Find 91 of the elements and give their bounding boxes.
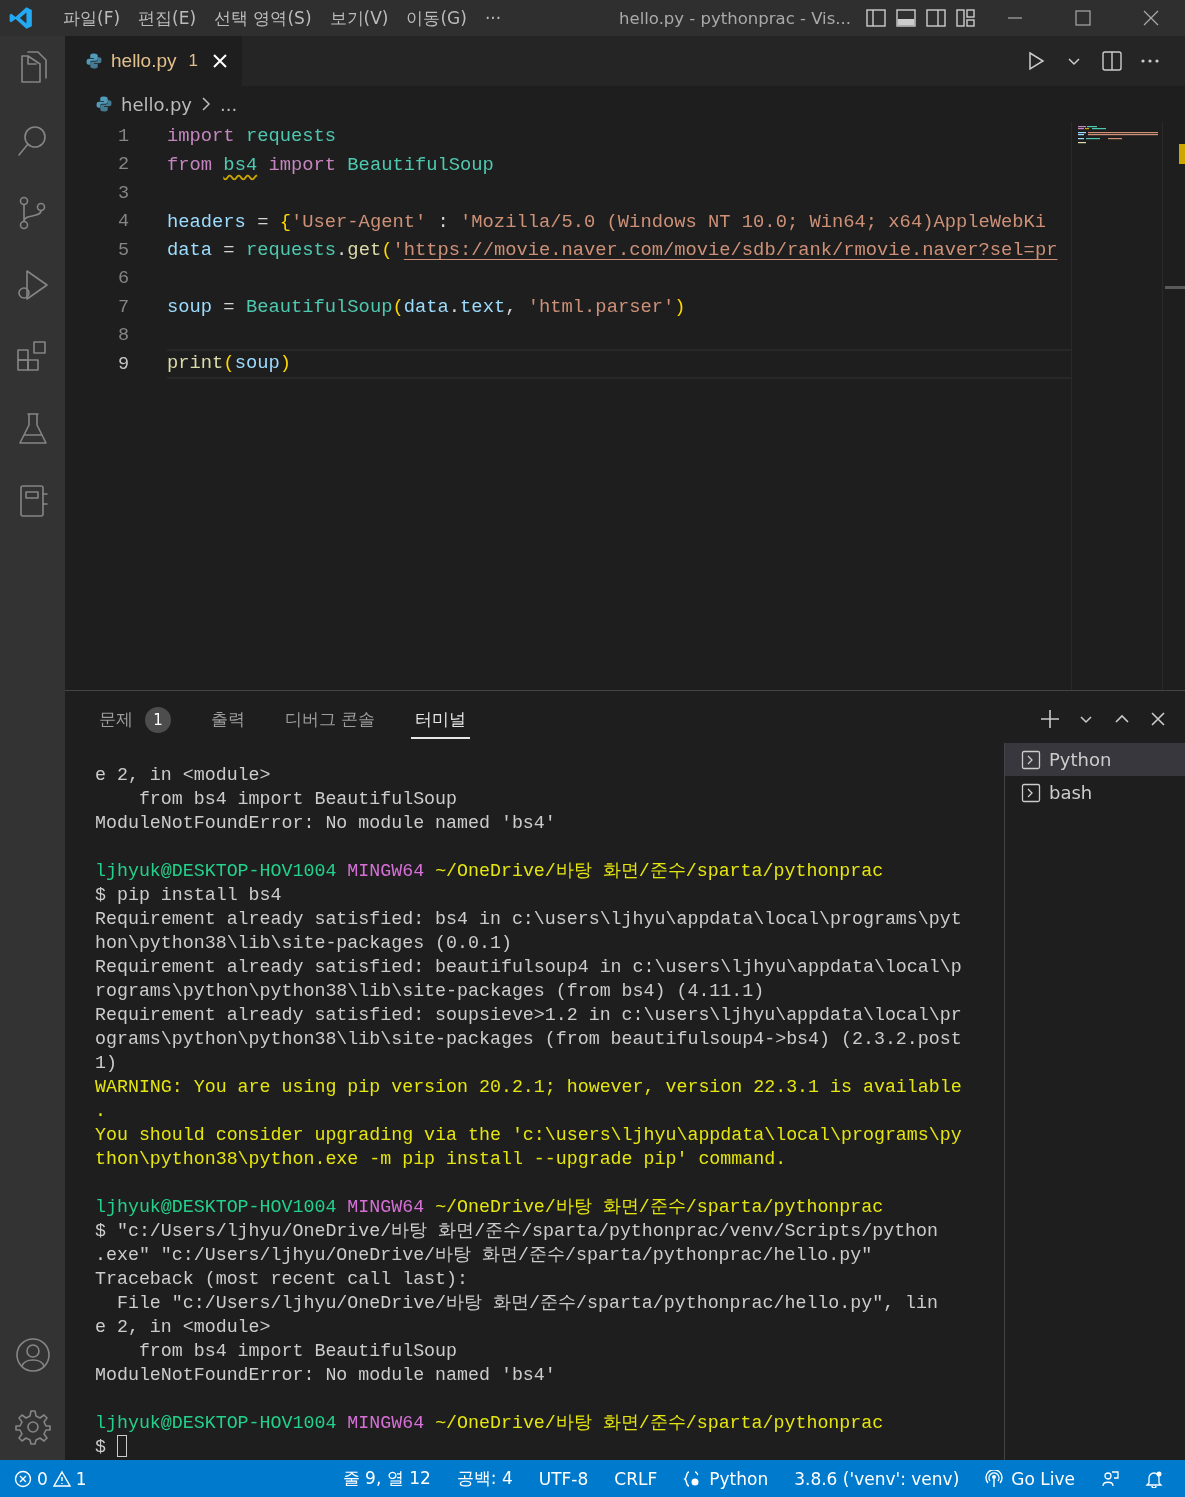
split-editor-icon[interactable] xyxy=(1101,50,1123,72)
line-number: 9 xyxy=(116,353,129,375)
terminal-line: ograms\python\python38\lib\site-packages (from beautifulsoup4->bs4) (2.3.2.post xyxy=(95,1028,962,1051)
cursor-marker xyxy=(1165,286,1185,289)
status-item[interactable]: Go Live xyxy=(985,1468,1075,1489)
terminal-prompt: ljhyuk@DESKTOP-HOV1004 MINGW64 ~/OneDrive/바탕 화면/준수/sparta/pythonprac xyxy=(95,1412,884,1435)
terminal-line: e 2, in <module> xyxy=(95,1316,271,1339)
terminal-line: Requirement already satisfied: bs4 in c:\users\ljhyu\appdata\local\programs\pyt xyxy=(95,908,962,931)
warning-count[interactable]: 1 xyxy=(75,1468,87,1489)
line-number: 4 xyxy=(116,211,129,233)
layout-icon[interactable] xyxy=(955,7,977,29)
account-icon[interactable] xyxy=(13,1336,52,1374)
maximize-icon[interactable] xyxy=(1072,7,1094,29)
line-number: 2 xyxy=(116,154,129,176)
terminal-icon xyxy=(1021,749,1041,770)
error-icon[interactable] xyxy=(14,1469,32,1488)
panel-tab[interactable]: 터미널 xyxy=(411,699,471,739)
code-line: import requests xyxy=(167,124,338,150)
warning-marker xyxy=(1179,144,1185,164)
close-icon[interactable] xyxy=(211,53,228,69)
menu-item[interactable]: 이동(G) xyxy=(397,2,476,34)
notification-bell-icon[interactable] xyxy=(1145,1469,1163,1488)
menu-item[interactable]: 편집(E) xyxy=(129,2,206,34)
breadcrumb-item[interactable]: hello.py xyxy=(121,93,192,115)
terminal-line: . xyxy=(95,1100,106,1123)
code-line: from bs4 import BeautifulSoup xyxy=(167,152,495,178)
terminal-line: thon\python38\python.exe -m pip install --upgrade pip' command. xyxy=(95,1148,787,1171)
terminal-line: hon\python38\lib\site-packages (0.0.1) xyxy=(95,932,512,955)
terminal-line: You should consider upgrading via the 'c:\users\ljhyu\appdata\local\programs\py xyxy=(95,1124,962,1147)
settings-icon[interactable] xyxy=(13,1408,52,1446)
line-number: 3 xyxy=(116,182,129,204)
toggle-sidebar-icon[interactable] xyxy=(865,7,887,29)
line-number: 5 xyxy=(116,239,129,261)
breadcrumb-item[interactable]: ... xyxy=(220,93,238,115)
python-file-icon xyxy=(95,95,113,113)
terminal-line: e 2, in <module> xyxy=(95,764,271,787)
status-item[interactable]: CRLF xyxy=(614,1468,658,1489)
more-menu-button[interactable]: ··· xyxy=(475,4,511,32)
terminal-icon xyxy=(1021,782,1041,803)
error-count[interactable]: 0 xyxy=(37,1468,48,1489)
menu-item[interactable]: 보기(V) xyxy=(320,2,398,34)
broadcast-icon xyxy=(985,1469,1004,1488)
code-line: data = requests.get('https://movie.naver.com/movie/sdb/rank/rmovie.naver?sel=pr xyxy=(167,238,1059,264)
status-item[interactable]: 3.8.6 ('venv': venv) xyxy=(794,1468,960,1489)
terminal-line: from bs4 import BeautifulSoup xyxy=(137,788,458,811)
window-title: hello.py - pythonprac - Vis... xyxy=(619,8,851,28)
terminal-line: $ xyxy=(95,1436,106,1459)
menu-item[interactable]: 파일(F) xyxy=(54,2,130,34)
terminal-line: 1) xyxy=(95,1052,117,1075)
panel-tab[interactable]: 디버그 콘솔 xyxy=(281,699,380,739)
terminal-prompt: ljhyuk@DESKTOP-HOV1004 MINGW64 ~/OneDrive/바탕 화면/준수/sparta/pythonprac xyxy=(95,860,884,883)
terminal-list-item[interactable]: bash xyxy=(1005,776,1185,809)
terminal-line: $ "c:/Users/ljhyu/OneDrive/바탕 화면/준수/sparta/pythonprac/venv/Scripts/python xyxy=(95,1220,939,1243)
terminal-line: Traceback (most recent call last): xyxy=(95,1268,468,1291)
panel-tab[interactable]: 출력 xyxy=(207,699,249,739)
status-item[interactable]: Python xyxy=(683,1468,769,1489)
terminal-prompt: ljhyuk@DESKTOP-HOV1004 MINGW64 ~/OneDrive/바탕 화면/준수/sparta/pythonprac xyxy=(95,1196,884,1219)
toggle-panel-icon[interactable] xyxy=(895,7,917,29)
plus-icon[interactable] xyxy=(1039,708,1061,730)
terminal-line: .exe" "c:/Users/ljhyu/OneDrive/바탕 화면/준수/sparta/pythonprac/hello.py" xyxy=(95,1244,873,1267)
chevron-right-icon xyxy=(200,96,212,112)
terminal-line: File "c:/Users/ljhyu/OneDrive/바탕 화면/준수/sparta/pythonprac/hello.py", lin xyxy=(115,1292,939,1315)
terminal-line: ModuleNotFoundError: No module named 'bs4' xyxy=(95,1364,556,1387)
terminal-list-item[interactable]: Python xyxy=(1005,743,1185,776)
terminal-line: Requirement already satisfied: soupsieve>1.2 in c:\users\ljhyu\appdata\local\pr xyxy=(95,1004,962,1027)
panel-tab[interactable]: 문제 1 xyxy=(95,697,175,741)
terminal-line: $ pip install bs4 xyxy=(95,884,282,907)
menu-item[interactable]: 선택 영역(S) xyxy=(205,2,321,34)
count-badge: 1 xyxy=(145,707,171,733)
line-number: 1 xyxy=(116,125,129,147)
code-line: print(soup) xyxy=(167,349,1071,380)
terminal-line: ModuleNotFoundError: No module named 'bs4' xyxy=(95,812,556,835)
terminal-line: rograms\python\python38\lib\site-packages (from bs4) (4.11.1) xyxy=(95,980,765,1003)
terminal-line: WARNING: You are using pip version 20.2.1; however, version 22.3.1 is available xyxy=(95,1076,962,1099)
line-number: 7 xyxy=(116,296,129,318)
line-number: 6 xyxy=(116,268,129,290)
status-item[interactable]: 줄 9, 열 12 xyxy=(342,1467,431,1490)
app-logo-icon xyxy=(8,5,34,31)
terminal-line: Requirement already satisfied: beautifulsoup4 in c:\users\ljhyu\appdata\local\p xyxy=(95,956,962,979)
python-file-icon xyxy=(85,52,103,70)
code-line: soup = BeautifulSoup(data.text, 'html.parser') xyxy=(167,295,687,321)
toggle-secondary-sidebar-icon[interactable] xyxy=(925,7,947,29)
warning-icon[interactable] xyxy=(52,1469,71,1488)
line-number: 8 xyxy=(116,325,129,347)
status-item[interactable]: 공백: 4 xyxy=(456,1467,513,1490)
feedback-icon[interactable] xyxy=(1101,1469,1119,1488)
terminal-line: from bs4 import BeautifulSoup xyxy=(137,1340,458,1363)
status-item[interactable]: UTF-8 xyxy=(538,1468,589,1489)
editor-tab[interactable]: hello.py 1 xyxy=(65,36,242,86)
problem-count: 1 xyxy=(188,51,198,71)
code-line: headers = {'User-Agent' : 'Mozilla/5.0 (Windows NT 10.0; Win64; x64)AppleWebKi xyxy=(167,209,1048,235)
